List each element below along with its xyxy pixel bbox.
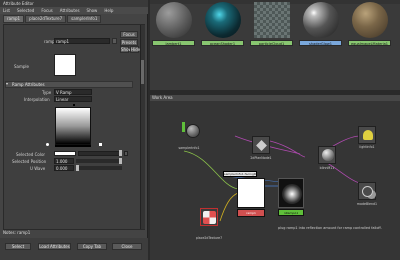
blend-icon xyxy=(362,186,373,197)
ramp-node-label: ramp1 xyxy=(237,209,265,217)
close-button[interactable]: Close xyxy=(112,243,142,250)
u-wave-slider-thumb[interactable] xyxy=(76,165,79,171)
swatch-env-material[interactable]: equalmapeLMateria1 xyxy=(348,2,391,46)
show-button[interactable]: Show xyxy=(120,46,132,53)
app-root: Attribute Editor List Selected Focus Att… xyxy=(0,0,400,260)
selected-color-slider[interactable] xyxy=(78,151,122,156)
u-wave-label: U Wave xyxy=(30,166,46,171)
sample-swatch xyxy=(54,54,76,76)
type-label: Type xyxy=(42,90,52,95)
selected-color-swatch[interactable] xyxy=(54,151,76,156)
swatch-label: oceanShader1 xyxy=(201,40,244,46)
menu-help[interactable]: Help xyxy=(104,7,113,14)
presets-button[interactable]: Presets xyxy=(120,39,138,46)
node-label: blinnM11 xyxy=(319,166,335,170)
material-sphere xyxy=(204,2,241,38)
u-wave-field[interactable]: 0.000 xyxy=(54,165,74,171)
map-button-icon[interactable] xyxy=(124,151,128,156)
wire-place2d-ramp xyxy=(219,192,239,222)
glow-sphere-icon xyxy=(282,184,302,204)
swatch-ocean-shader[interactable]: oceanShader1 xyxy=(201,2,244,46)
wire-sampler-ramp xyxy=(183,150,239,190)
copy-tab-button[interactable]: Copy Tab xyxy=(77,243,107,250)
remove-entry-icon[interactable] xyxy=(99,143,102,146)
notes-label: Notes: ramp1 xyxy=(3,230,31,235)
sample-label: Sample xyxy=(14,64,29,69)
menu-show[interactable]: Show xyxy=(87,7,98,14)
tab-place2dtexture[interactable]: place2dTexture7 xyxy=(25,15,67,23)
type-dropdown[interactable]: V Ramp xyxy=(54,89,92,95)
material-sphere xyxy=(351,2,388,38)
expand-arrow-icon[interactable]: ▾ xyxy=(6,81,8,86)
glow-node-label: nRampA1 xyxy=(278,209,304,216)
u-wave-slider[interactable] xyxy=(76,166,122,170)
color-entry-top-handle[interactable] xyxy=(73,104,75,106)
interpolation-dropdown[interactable]: Linear xyxy=(54,96,92,102)
node-ramp[interactable] xyxy=(237,178,265,208)
ramp-name-field[interactable]: ramp1 xyxy=(54,38,110,44)
selected-color-label: Selected Color xyxy=(16,152,46,157)
swatch-shader-glow[interactable]: shaderGlow1 xyxy=(299,2,342,46)
swatch-lambert1[interactable]: lambert1 xyxy=(152,2,195,46)
focus-button[interactable]: Focus xyxy=(120,31,138,38)
panel-scrollbar[interactable] xyxy=(140,25,145,229)
ramp-attributes-section[interactable]: Ramp Attributes xyxy=(5,81,133,88)
window-title: Attribute Editor xyxy=(0,0,148,7)
material-sphere xyxy=(155,2,192,38)
section-title: Ramp Attributes xyxy=(12,82,45,87)
ramp-gradient-preview[interactable] xyxy=(55,107,91,145)
material-sphere xyxy=(253,2,290,38)
color-slider-thumb[interactable] xyxy=(119,150,122,156)
node-place2d[interactable] xyxy=(200,208,218,226)
node-glow[interactable] xyxy=(278,178,304,208)
load-attributes-button[interactable]: Load Attributes xyxy=(38,243,71,250)
menu-list[interactable]: List xyxy=(3,7,10,14)
interpolation-label: Interpolation xyxy=(24,97,50,102)
position-slider[interactable] xyxy=(76,159,122,163)
node-label: lightInfo1 xyxy=(359,145,375,149)
tab-samplerinfo[interactable]: samplerInfo1 xyxy=(67,15,102,23)
blinn-sphere-icon xyxy=(322,149,334,161)
light-bulb-icon xyxy=(363,130,373,140)
node-tabs: ramp1 place2dTexture7 samplerInfo1 xyxy=(0,15,148,23)
menu-bar: List Selected Focus Attributes Show Help xyxy=(0,7,148,14)
ramp-bottom-bar xyxy=(55,145,91,147)
hide-button[interactable]: Hide xyxy=(130,46,140,53)
material-swatch-row: lambert1 oceanShader1 particleCloud1 sha… xyxy=(152,2,391,46)
node-arrow-icon xyxy=(182,122,185,132)
swatch-particle-cloud[interactable]: particleCloud1 xyxy=(250,2,293,46)
node-mode-blend[interactable] xyxy=(358,182,376,200)
swatch-label: shaderGlow1 xyxy=(299,40,342,46)
node-label: modeBlend1 xyxy=(356,202,378,206)
info-text: plug ramp1 into reflection amount for ra… xyxy=(278,226,382,230)
menu-attributes[interactable]: Attributes xyxy=(60,7,80,14)
node-label: samplerInfo1 xyxy=(178,146,200,150)
selected-position-field[interactable]: 1.000 xyxy=(54,158,74,164)
swatch-label: equalmapeLMateria1 xyxy=(348,40,391,46)
node-light-info[interactable] xyxy=(358,126,376,144)
node-plan[interactable] xyxy=(252,136,270,154)
material-sphere xyxy=(302,2,339,38)
place2d-icon xyxy=(203,211,216,224)
tab-ramp1[interactable]: ramp1 xyxy=(3,15,25,23)
swatch-label: particleCloud1 xyxy=(250,40,293,46)
wire-plan-blinn xyxy=(269,140,306,158)
selected-position-label: Selected Position xyxy=(12,159,47,164)
node-label: 2dPlanNode1 xyxy=(250,156,272,160)
color-entry-bottom-handle[interactable] xyxy=(46,143,49,146)
menu-selected[interactable]: Selected xyxy=(17,7,34,14)
node-label: place2dTexture7 xyxy=(195,236,223,240)
connection-tooltip: samplerInfo1.facingRatio → ramp1.vCoord xyxy=(223,171,257,177)
swatch-label: lambert1 xyxy=(152,40,195,46)
scrollbar-thumb[interactable] xyxy=(141,60,144,84)
menu-focus[interactable]: Focus xyxy=(41,7,52,14)
goto-input-icon[interactable] xyxy=(112,38,117,44)
node-blinn[interactable] xyxy=(318,146,336,164)
plane-icon xyxy=(256,140,267,151)
position-slider-thumb[interactable] xyxy=(119,158,122,164)
sampler-sphere-icon xyxy=(186,124,200,138)
select-button[interactable]: Select xyxy=(5,243,31,250)
